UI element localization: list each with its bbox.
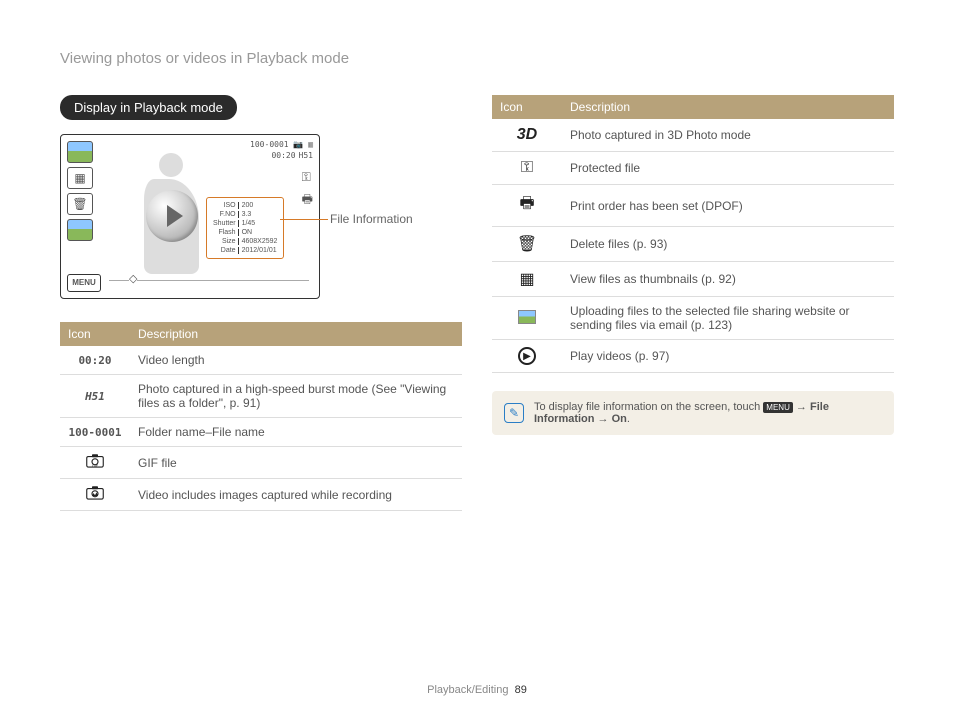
gif-icon: GIF bbox=[86, 454, 104, 468]
burst-icon: H51 bbox=[85, 390, 105, 403]
note-text: To display file information on the scree… bbox=[534, 401, 882, 425]
trash-icon: 🗑 bbox=[517, 236, 537, 253]
table-row: GIF GIF file bbox=[60, 447, 462, 479]
table-row: 🗑 Delete files (p. 93) bbox=[492, 227, 894, 262]
overlay-top-right: 100-0001 📷 ▥ 00:20H51 bbox=[250, 139, 313, 161]
table-row: ▶ Play videos (p. 97) bbox=[492, 340, 894, 373]
menu-button-icon: MENU bbox=[67, 274, 101, 292]
table-row: ⚿ Protected file bbox=[492, 152, 894, 185]
page-footer: Playback/Editing 89 bbox=[0, 684, 954, 696]
th-desc: Description bbox=[130, 322, 462, 346]
file-info-box: ISO200 F.NO3.3 Shutter1/45 FlashON Size4… bbox=[206, 197, 284, 259]
icon-table-right: Icon Description 3D Photo captured in 3D… bbox=[492, 95, 894, 373]
timeline-slider bbox=[109, 280, 309, 290]
table-row: 3D Photo captured in 3D Photo mode bbox=[492, 119, 894, 152]
right-column: Icon Description 3D Photo captured in 3D… bbox=[492, 95, 894, 511]
content-columns: Display in Playback mode ▦ 🗑 MENU 100-00… bbox=[60, 95, 894, 511]
left-column: Display in Playback mode ▦ 🗑 MENU 100-00… bbox=[60, 95, 462, 511]
icon-table-left: Icon Description 00:20 Video length H51 … bbox=[60, 322, 462, 511]
trash-icon: 🗑 bbox=[67, 193, 93, 215]
print-icon: 🖶 bbox=[519, 195, 534, 212]
table-row: Uploading files to the selected file sha… bbox=[492, 297, 894, 340]
table-row: 00:20 Video length bbox=[60, 346, 462, 375]
camera-diagram: ▦ 🗑 MENU 100-0001 📷 ▥ 00:20H51 ⚿ 🖶 ISO20… bbox=[60, 134, 462, 304]
file-info-callout: File Information bbox=[330, 212, 413, 226]
menu-chip-icon: MENU bbox=[763, 402, 793, 413]
section-pill: Display in Playback mode bbox=[60, 95, 237, 120]
folder-file-icon: 100-0001 bbox=[69, 426, 122, 439]
key-icon: ⚿ bbox=[521, 159, 533, 176]
svg-text:GIF: GIF bbox=[92, 464, 99, 468]
key-icon: ⚿ bbox=[302, 170, 313, 185]
print-icon: 🖶 bbox=[302, 190, 313, 211]
th-icon: Icon bbox=[60, 322, 130, 346]
table-row: 100-0001 Folder name–File name bbox=[60, 418, 462, 447]
camera-screen: ▦ 🗑 MENU 100-0001 📷 ▥ 00:20H51 ⚿ 🖶 ISO20… bbox=[60, 134, 320, 299]
time-icon: 00:20 bbox=[78, 354, 111, 367]
table-row: ▦ View files as thumbnails (p. 92) bbox=[492, 262, 894, 297]
upload-thumb-icon bbox=[67, 219, 93, 241]
3d-icon: 3D bbox=[517, 126, 537, 143]
video-image-icon bbox=[86, 486, 104, 500]
play-icon bbox=[146, 190, 198, 242]
table-row: Video includes images captured while rec… bbox=[60, 479, 462, 511]
th-desc: Description bbox=[562, 95, 894, 119]
table-row: 🖶 Print order has been set (DPOF) bbox=[492, 185, 894, 227]
side-icon-stack: ▦ 🗑 bbox=[67, 141, 93, 241]
thumbnails-icon: ▦ bbox=[519, 271, 534, 288]
play-circle-icon: ▶ bbox=[518, 347, 536, 365]
note-icon: ✎ bbox=[504, 403, 524, 423]
overlay-right-icons: ⚿ 🖶 bbox=[302, 170, 313, 211]
table-row: H51 Photo captured in a high-speed burst… bbox=[60, 375, 462, 418]
page-title: Viewing photos or videos in Playback mod… bbox=[60, 50, 894, 67]
upload-icon bbox=[518, 310, 536, 324]
tip-note: ✎ To display file information on the scr… bbox=[492, 391, 894, 435]
photo-thumb-icon bbox=[67, 141, 93, 163]
thumbnails-icon: ▦ bbox=[67, 167, 93, 189]
th-icon: Icon bbox=[492, 95, 562, 119]
